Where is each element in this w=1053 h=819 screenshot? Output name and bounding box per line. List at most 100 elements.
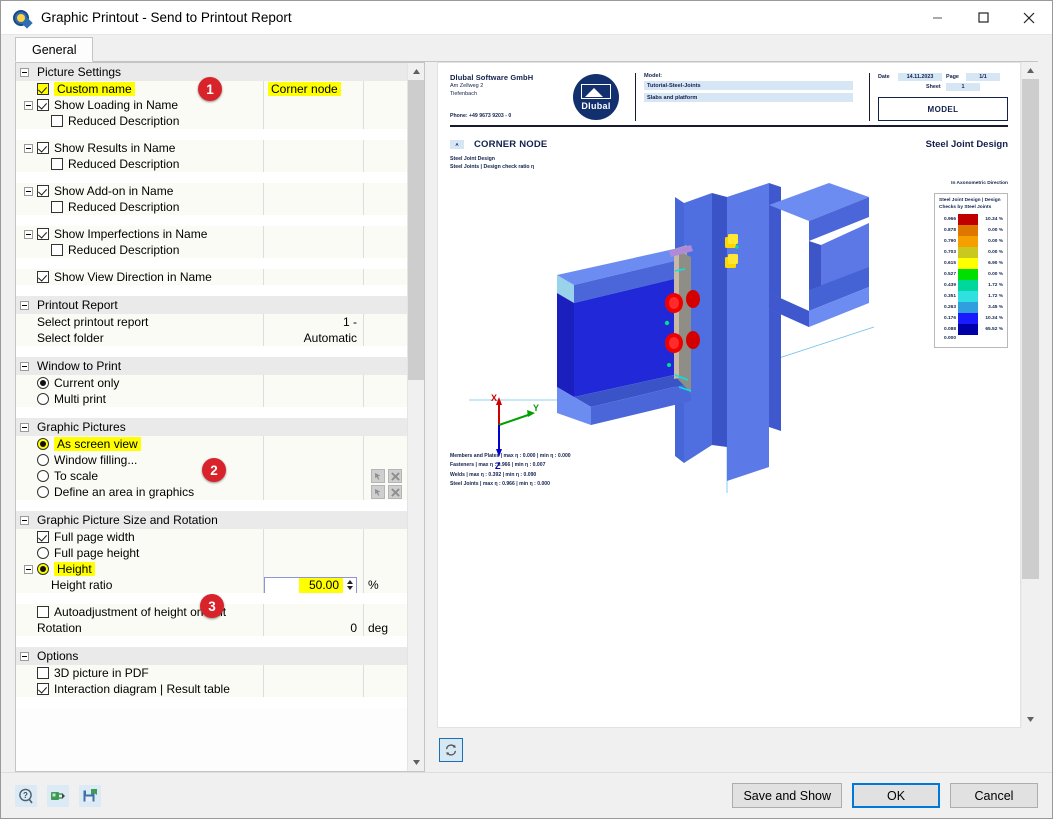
tree-row-select-printout-report[interactable]: Select printout report 1 -	[16, 314, 407, 330]
checkbox-show-imperfections-in-name[interactable]	[37, 228, 49, 240]
checkbox-show-loading-in-name[interactable]	[37, 99, 49, 111]
legend-band: 0.439 1.72 %	[939, 280, 1003, 291]
tree-row-height[interactable]: Height	[16, 561, 407, 577]
checkbox-interaction-diagram-result-table[interactable]	[37, 683, 49, 695]
radio-window-filling[interactable]	[37, 454, 49, 466]
group-header-graphic-pictures[interactable]: Graphic Pictures	[16, 418, 407, 436]
help-icon[interactable]: ?	[15, 784, 37, 807]
tree-scroll-track[interactable]	[407, 80, 424, 754]
checkbox-reduced-description[interactable]	[51, 115, 63, 127]
checkbox-reduced-description[interactable]	[51, 201, 63, 213]
row-expander-icon[interactable]	[24, 186, 33, 196]
tree-scrollbar[interactable]	[407, 63, 424, 771]
preview-scroll-down-icon[interactable]	[1022, 711, 1039, 728]
tree-row-reduced-description[interactable]: Reduced Description	[16, 156, 407, 172]
checkbox-show-add-on-in-name[interactable]	[37, 185, 49, 197]
group-expander-icon[interactable]	[20, 422, 29, 432]
checkbox-show-view-direction-in-name[interactable]	[37, 271, 49, 283]
close-button[interactable]	[1006, 1, 1052, 35]
tree-spacer	[16, 129, 407, 140]
cancel-button[interactable]: Cancel	[950, 783, 1038, 808]
radio-full-page-height[interactable]	[37, 547, 49, 559]
refresh-icon[interactable]	[439, 738, 463, 762]
row-expander-icon[interactable]	[24, 100, 33, 110]
tree-row-show-add-on-in-name[interactable]: Show Add-on in Name	[16, 183, 407, 199]
report-subtitle-line2: Steel Joints | Design check ratio η	[450, 164, 535, 171]
tree-row-reduced-description[interactable]: Reduced Description	[16, 113, 407, 129]
tree-row-full-page-height[interactable]: Full page height	[16, 545, 407, 561]
group-expander-icon[interactable]	[20, 67, 29, 77]
scroll-down-icon[interactable]	[407, 754, 424, 771]
preview-scroll-thumb[interactable]	[1021, 79, 1039, 579]
ok-button[interactable]: OK	[852, 783, 940, 808]
save-and-show-button[interactable]: Save and Show	[732, 783, 842, 808]
preview-scroll-track[interactable]	[1021, 79, 1039, 711]
checkbox-full-page-width[interactable]	[37, 531, 49, 543]
scroll-up-icon[interactable]	[407, 63, 424, 80]
pick-icon[interactable]	[371, 485, 385, 499]
radio-height[interactable]	[37, 563, 49, 575]
tree-row-show-imperfections-in-name[interactable]: Show Imperfections in Name	[16, 226, 407, 242]
tree-row-reduced-description[interactable]: Reduced Description	[16, 242, 407, 258]
radio-current-only[interactable]	[37, 377, 49, 389]
checkbox-reduced-description[interactable]	[51, 158, 63, 170]
tree-row-show-view-direction-in-name[interactable]: Show View Direction in Name	[16, 269, 407, 285]
legend-band: 0.966 10.34 %	[939, 214, 1003, 225]
preview-scrollbar[interactable]	[1021, 62, 1039, 728]
radio-multi-print[interactable]	[37, 393, 49, 405]
group-expander-icon[interactable]	[20, 300, 29, 310]
legend-band-min: 0.000	[939, 335, 1003, 342]
tree-row-multi-print[interactable]: Multi print	[16, 391, 407, 407]
minimize-button[interactable]	[914, 1, 960, 35]
delete-icon[interactable]	[388, 485, 402, 499]
tree-row-define-an-area-in-graphics[interactable]: Define an area in graphics	[16, 484, 407, 500]
tree-row-height-ratio[interactable]: Height ratio 50.00%	[16, 576, 407, 594]
settings-tree[interactable]: Picture Settings Custom name Corner node Sh…	[16, 63, 407, 771]
tree-row-interaction-diagram-result-table[interactable]: Interaction diagram | Result table	[16, 681, 407, 697]
radio-to-scale[interactable]	[37, 470, 49, 482]
height-ratio-value: 50.00	[299, 577, 343, 593]
checkbox-autoadjustment-of-height-on-edit[interactable]	[37, 606, 49, 618]
steel-joint-3d-view[interactable]: X Y Z	[450, 175, 1008, 493]
tree-row-as-screen-view[interactable]: As screen view	[16, 436, 407, 452]
checkbox-show-results-in-name[interactable]	[37, 142, 49, 154]
group-header-options[interactable]: Options	[16, 647, 407, 665]
radio-define-an-area-in-graphics[interactable]	[37, 486, 49, 498]
group-expander-icon[interactable]	[20, 361, 29, 371]
value-custom-name: Corner node	[268, 82, 341, 96]
group-expander-icon[interactable]	[20, 515, 29, 525]
height-ratio-input[interactable]: 50.00	[264, 576, 357, 594]
checkbox-reduced-description[interactable]	[51, 244, 63, 256]
preview-scroll-up-icon[interactable]	[1022, 62, 1039, 79]
save-settings-icon[interactable]	[79, 784, 101, 807]
spinner-arrows[interactable]	[343, 577, 356, 593]
tab-general[interactable]: General	[15, 37, 94, 62]
group-header-printout-report[interactable]: Printout Report	[16, 296, 407, 314]
checkbox-3d-picture-in-pdf[interactable]	[37, 667, 49, 679]
group-header-graphic-picture-size-and-rotation[interactable]: Graphic Picture Size and Rotation	[16, 511, 407, 529]
tree-row-reduced-description[interactable]: Reduced Description	[16, 199, 407, 215]
radio-as-screen-view[interactable]	[37, 438, 49, 450]
tree-row-3d-picture-in-pdf[interactable]: 3D picture in PDF	[16, 665, 407, 681]
connector-icon[interactable]	[47, 784, 69, 807]
checkbox-custom-name[interactable]	[37, 83, 49, 95]
tree-scroll-thumb[interactable]	[407, 80, 424, 380]
model-graphic[interactable]: X Y Z Members and Plates | max η: 0.000…	[450, 175, 1008, 493]
tree-row-show-results-in-name[interactable]: Show Results in Name	[16, 140, 407, 156]
delete-icon[interactable]	[388, 469, 402, 483]
group-spacer	[16, 500, 407, 511]
row-expander-icon[interactable]	[24, 229, 33, 239]
maximize-button[interactable]	[960, 1, 1006, 35]
tree-row-full-page-width[interactable]: Full page width	[16, 529, 407, 545]
tree-row-current-only[interactable]: Current only	[16, 375, 407, 391]
pick-icon[interactable]	[371, 469, 385, 483]
tree-row-select-folder[interactable]: Select folder Automatic	[16, 330, 407, 346]
legend-value: 0.088	[943, 327, 956, 332]
group-header-window-to-print[interactable]: Window to Print	[16, 357, 407, 375]
row-expander-icon[interactable]	[24, 143, 33, 153]
group-expander-icon[interactable]	[20, 651, 29, 661]
footnote-welds: Welds | max η : 0.392 | min η : 0.090	[450, 471, 537, 478]
row-expander-icon[interactable]	[24, 564, 33, 574]
report-page-preview[interactable]: Dlubal Software GmbH Am Zellweg 2 Tiefen…	[437, 62, 1021, 728]
tree-row-rotation[interactable]: Rotation 0 deg	[16, 620, 407, 636]
